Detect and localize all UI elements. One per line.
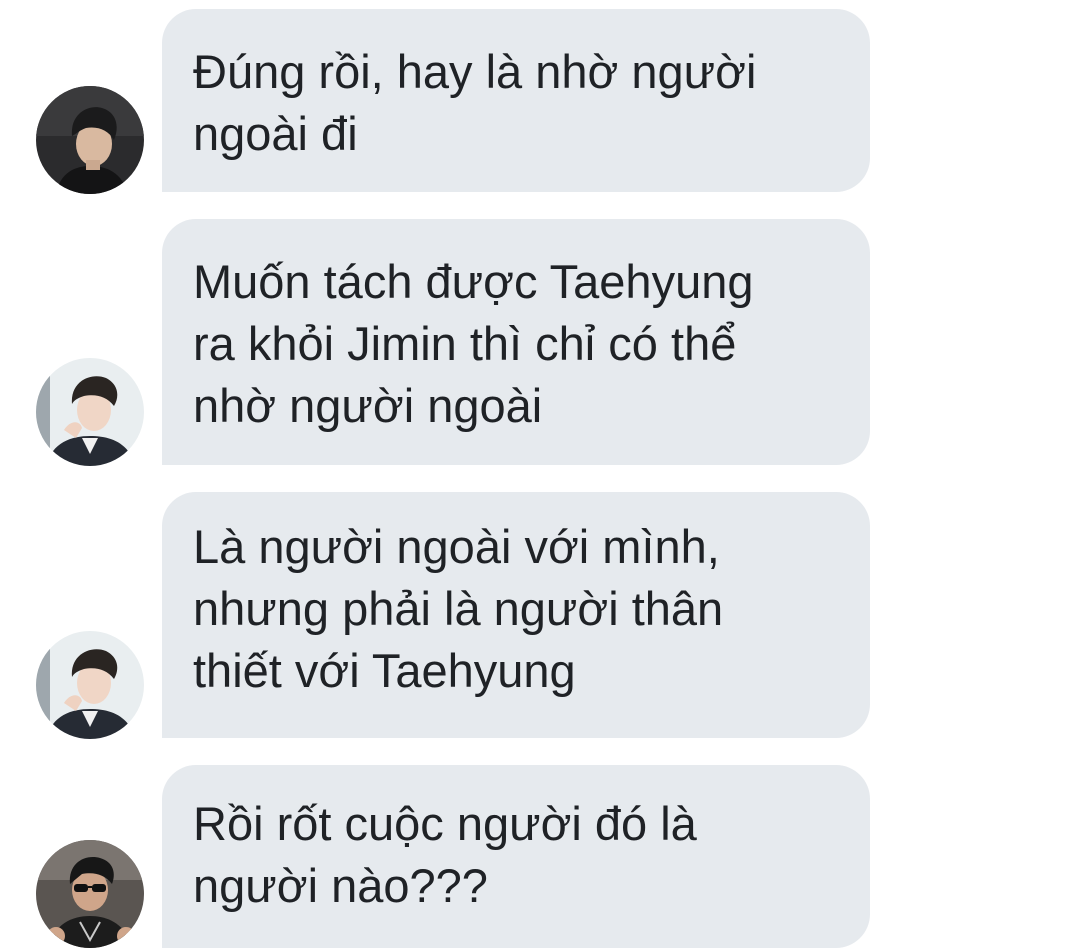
message-bubble[interactable]: Đúng rồi, hay là nhờ người ngoài đi xyxy=(162,9,870,192)
light-portrait-avatar-icon xyxy=(36,631,144,739)
dark-portrait-avatar-icon xyxy=(36,86,144,194)
sender-avatar[interactable] xyxy=(36,840,144,948)
light-portrait-avatar-icon xyxy=(36,358,144,466)
message-thread: Đúng rồi, hay là nhờ người ngoài đi Muốn… xyxy=(0,0,1080,952)
message-text: Đúng rồi, hay là nhờ người ngoài đi xyxy=(193,45,757,160)
message-text: Là người ngoài với mình, nhưng phải là n… xyxy=(193,520,724,697)
message-bubble[interactable]: Rồi rốt cuộc người đó là người nào??? xyxy=(162,765,870,948)
sender-avatar[interactable] xyxy=(36,358,144,466)
message-text: Rồi rốt cuộc người đó là người nào??? xyxy=(193,797,697,912)
sender-avatar[interactable] xyxy=(36,86,144,194)
message-bubble[interactable]: Muốn tách được Taehyung ra khỏi Jimin th… xyxy=(162,219,870,465)
message-text: Muốn tách được Taehyung ra khỏi Jimin th… xyxy=(193,255,754,432)
sunglasses-portrait-avatar-icon xyxy=(36,840,144,948)
sender-avatar[interactable] xyxy=(36,631,144,739)
message-bubble[interactable]: Là người ngoài với mình, nhưng phải là n… xyxy=(162,492,870,738)
